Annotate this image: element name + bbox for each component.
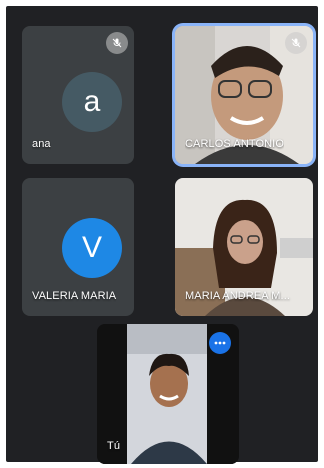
meeting-grid: a ana CARLOS ANTONIO V VALERIA MARIA MAR… bbox=[6, 6, 318, 464]
mic-off-icon bbox=[106, 32, 128, 54]
participant-name: VALERIA MARIA bbox=[32, 290, 117, 302]
avatar: a bbox=[62, 72, 122, 132]
participant-name: CARLOS ANTONIO bbox=[185, 138, 284, 150]
avatar-initial: a bbox=[83, 85, 101, 118]
more-options-icon[interactable] bbox=[209, 332, 231, 354]
mic-off-icon bbox=[285, 32, 307, 54]
participant-name: MARIA ANDREA M... bbox=[185, 290, 291, 302]
participant-tile-maria-andrea[interactable]: MARIA ANDREA M... bbox=[175, 178, 313, 316]
participant-tile-ana[interactable]: a ana bbox=[22, 26, 134, 164]
avatar-initial: V bbox=[81, 231, 102, 264]
self-view-tile[interactable]: Tú bbox=[97, 324, 239, 464]
participant-name: Tú bbox=[107, 440, 121, 452]
participant-name: ana bbox=[32, 138, 51, 150]
participant-tile-carlos[interactable]: CARLOS ANTONIO bbox=[175, 26, 313, 164]
avatar: V bbox=[62, 218, 122, 278]
participant-tile-valeria[interactable]: V VALERIA MARIA bbox=[22, 178, 134, 316]
